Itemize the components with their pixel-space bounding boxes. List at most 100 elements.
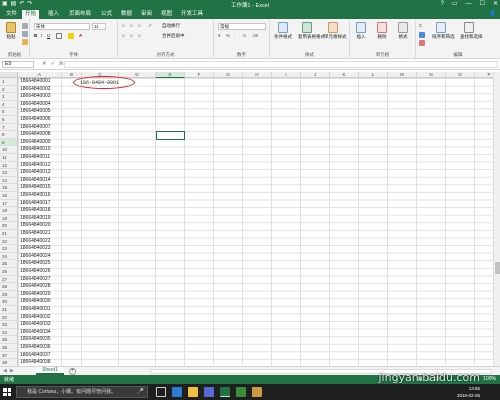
row-header[interactable]: 34 (0, 328, 18, 337)
insert-function-icon[interactable]: fx (59, 61, 63, 67)
row-header[interactable]: 22 (0, 237, 18, 246)
row-header[interactable]: 3 (0, 93, 18, 101)
cell-a-value[interactable]: 18664840027 (20, 276, 60, 284)
store-icon[interactable] (204, 387, 214, 397)
font-size-select[interactable]: 11 (92, 23, 106, 30)
cell-a-value[interactable]: 18664840009 (20, 139, 60, 147)
minimize-button[interactable]: — (466, 0, 472, 9)
tab-review[interactable]: 审阅 (138, 10, 155, 19)
cortana-search-box[interactable]: 我是 Cortana，小娜。有问题尽管问我。 🎤 (16, 386, 148, 398)
cell-a-value[interactable]: 18664840016 (20, 192, 60, 200)
cell-a-value[interactable]: 18664840012 (20, 162, 60, 170)
paste-button[interactable]: 粘贴 (2, 22, 20, 40)
add-sheet-button[interactable]: + (69, 368, 76, 375)
underline-icon[interactable]: U (47, 33, 50, 38)
row-header[interactable]: 30 (0, 298, 18, 306)
align-right-icon[interactable]: ≡ (138, 33, 141, 38)
row-header[interactable]: 35 (0, 336, 18, 344)
cell-styles-button[interactable]: 单元格样式 (324, 22, 347, 40)
app-icon[interactable] (236, 387, 246, 397)
font-name-select[interactable]: 宋体 (34, 23, 90, 30)
prev-sheet-icon[interactable]: ◀ (3, 368, 7, 374)
align-bottom-icon[interactable]: ≡ (138, 23, 141, 28)
cell-a-value[interactable]: 18664840014 (20, 177, 60, 185)
cell-a-value[interactable]: 18664840029 (20, 291, 60, 299)
orientation-icon[interactable]: ↗ (148, 23, 152, 29)
autosum-icon[interactable]: Σ (419, 23, 422, 28)
format-button[interactable]: 格式 (394, 22, 412, 40)
cell-a-value[interactable]: 18664840005 (20, 108, 60, 116)
cell-a-value[interactable]: 18664840003 (20, 93, 60, 101)
cell-a-value[interactable]: 18664840001 (20, 78, 60, 86)
cell-a-value[interactable]: 18664840030 (20, 298, 60, 306)
conditional-format-button[interactable]: 条件格式 (274, 22, 292, 40)
row-header[interactable]: 7 (0, 123, 18, 132)
name-box[interactable]: E9 (2, 61, 34, 68)
cell-a-value[interactable]: 18664840035 (20, 336, 60, 344)
row-header[interactable]: 14 (0, 176, 18, 185)
cell-c1[interactable]: 186-8484-0001 (80, 80, 119, 86)
row-header[interactable]: 37 (0, 351, 18, 360)
tab-home[interactable]: 开始 (22, 10, 40, 19)
border-icon[interactable] (56, 33, 62, 39)
sheet-tab-sheet1[interactable]: Sheet1 (36, 367, 64, 375)
cancel-icon[interactable]: ✕ (42, 61, 47, 67)
maximize-button[interactable]: ☐ (480, 0, 485, 9)
row-header[interactable]: 28 (0, 283, 18, 291)
merge-center-button[interactable]: 合并后居中 (162, 33, 185, 39)
row-header[interactable]: 4 (0, 100, 18, 109)
cell-a-value[interactable]: 18664840026 (20, 268, 60, 276)
microphone-icon[interactable]: 🎤 (137, 387, 144, 397)
find-select-button[interactable]: 查找和选择 (460, 22, 483, 40)
tab-insert[interactable]: 插入 (45, 10, 62, 19)
row-header[interactable]: 25 (0, 260, 18, 268)
tab-view[interactable]: 视图 (158, 10, 175, 19)
cell-a-value[interactable]: 18664840023 (20, 245, 60, 253)
cell-a-value[interactable]: 18664840018 (20, 207, 60, 215)
row-header[interactable]: 38 (0, 359, 18, 366)
row-header[interactable]: 18 (0, 207, 18, 215)
cell-a-value[interactable]: 18664840037 (20, 352, 60, 360)
cell-a-value[interactable]: 18664840004 (20, 101, 60, 109)
row-header[interactable]: 20 (0, 222, 18, 230)
row-header[interactable]: 19 (0, 214, 18, 223)
cell-a-value[interactable]: 18664840032 (20, 314, 60, 322)
align-left-icon[interactable]: ≡ (122, 33, 125, 38)
task-view-icon[interactable] (156, 387, 166, 397)
align-middle-icon[interactable]: ≡ (130, 23, 133, 28)
row-header[interactable]: 13 (0, 169, 18, 177)
sort-filter-button[interactable]: 排序和筛选 (432, 22, 455, 40)
enter-icon[interactable]: ✓ (51, 61, 56, 67)
tab-page-layout[interactable]: 页面布局 (66, 10, 94, 19)
close-button[interactable]: ✕ (493, 0, 498, 9)
row-header[interactable]: 23 (0, 245, 18, 253)
cell-a-value[interactable]: 18664840017 (20, 200, 60, 208)
excel-taskbar-icon[interactable] (220, 387, 230, 397)
row-header[interactable]: 24 (0, 252, 18, 261)
row-header[interactable]: 26 (0, 268, 18, 276)
cut-icon[interactable] (22, 23, 28, 29)
cell-a-value[interactable]: 18664840036 (20, 344, 60, 352)
ribbon-display-button[interactable]: ▭ (452, 0, 458, 9)
align-top-icon[interactable]: ≡ (122, 23, 125, 28)
zoom-level[interactable]: 100% (483, 376, 496, 382)
account-icon[interactable]: 👤 (489, 10, 496, 18)
fill-color-icon[interactable] (68, 33, 74, 39)
cell-a-value[interactable]: 18664840019 (20, 215, 60, 223)
clear-icon[interactable] (419, 40, 425, 46)
selected-cell-e9[interactable] (156, 131, 185, 140)
formula-input[interactable] (64, 61, 498, 68)
row-header[interactable]: 15 (0, 184, 18, 192)
system-clock[interactable]: 13:55 2016-02-25 (457, 385, 480, 399)
cell-a-value[interactable]: 18664840021 (20, 230, 60, 238)
row-header[interactable]: 27 (0, 275, 18, 284)
row-header[interactable]: 2 (0, 85, 18, 94)
copy-icon[interactable] (22, 31, 28, 37)
tab-data[interactable]: 数据 (118, 10, 135, 19)
row-header[interactable]: 31 (0, 306, 18, 314)
cell-a-value[interactable]: 18664840008 (20, 131, 60, 139)
italic-icon[interactable]: I (41, 33, 42, 38)
scrollbar-thumb[interactable] (495, 262, 500, 274)
row-header[interactable]: 11 (0, 154, 18, 162)
bold-icon[interactable]: B (34, 33, 37, 38)
